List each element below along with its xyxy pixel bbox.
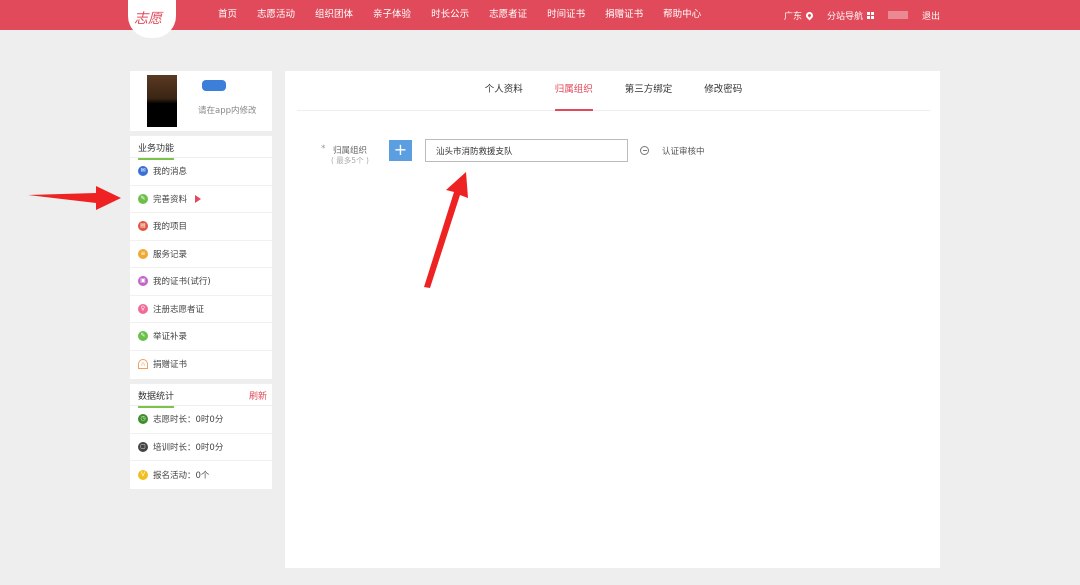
stats-panel: 数据统计 刷新 ◷ 志愿时长：0时0分 ▢ 培训时长：0时0分 V 报名活动：0…	[130, 384, 272, 489]
business-menu: 业务功能 ✉ 我的消息 ✎ 完善资料 ▤ 我的项目 ≡ 服务记录 ▣ 我的证书(…	[130, 136, 272, 379]
tab-third-party[interactable]: 第三方绑定	[625, 71, 673, 111]
menu-label: 注册志愿者证	[153, 304, 205, 315]
stat-training-hours: ▢ 培训时长：0时0分	[130, 434, 272, 461]
menu-label: 服务记录	[153, 249, 188, 260]
top-navigation-bar: 志愿 首页 志愿活动 组织团体 亲子体验 时长公示 志愿者证 时间证书 捐赠证书…	[0, 0, 1080, 38]
modify-tip: 请在app内修改	[198, 106, 257, 116]
supplement-icon: ✎	[138, 331, 148, 342]
organization-input[interactable]	[425, 139, 628, 162]
organization-hint: ( 最多5个 )	[331, 156, 369, 165]
menu-item-supplement[interactable]: ✎ 举证补录	[130, 323, 272, 351]
stat-label: 培训时长：0时0分	[153, 442, 224, 453]
training-icon: ▢	[138, 441, 148, 452]
add-organization-button[interactable]: +	[389, 140, 412, 161]
main-panel: 个人资料 归属组织 第三方绑定 修改密码 * 归属组织 ( 最多5个 ) + 认…	[285, 71, 940, 568]
activity-icon: V	[138, 469, 148, 480]
project-icon: ▤	[138, 221, 148, 232]
stat-volunteer-hours: ◷ 志愿时长：0时0分	[130, 406, 272, 434]
menu-item-messages[interactable]: ✉ 我的消息	[130, 158, 272, 186]
donation-icon: ∩	[138, 359, 148, 370]
tab-personal-info[interactable]: 个人资料	[485, 71, 523, 111]
nav-hours[interactable]: 时长公示	[421, 0, 479, 30]
region-selector[interactable]: 广东	[783, 9, 815, 22]
nav-volunteer-card[interactable]: 志愿者证	[479, 0, 537, 30]
arrow-to-menu-icon	[28, 186, 121, 210]
tab-change-password[interactable]: 修改密码	[704, 71, 742, 111]
profile-card: 请在app内修改	[130, 71, 272, 131]
clock-icon: ◷	[138, 414, 148, 425]
logo-text: 志愿	[134, 11, 162, 27]
nav-activities[interactable]: 志愿活动	[247, 0, 305, 30]
avatar	[147, 75, 177, 127]
main-nav: 首页 志愿活动 组织团体 亲子体验 时长公示 志愿者证 时间证书 捐赠证书 帮助…	[208, 0, 711, 30]
business-header: 业务功能	[130, 136, 272, 160]
refresh-button[interactable]: 刷新	[249, 389, 267, 402]
site-nav-label: 分站导航	[826, 11, 863, 22]
stat-activities: V 报名活动：0个	[130, 461, 272, 489]
nickname-redacted	[202, 80, 226, 91]
menu-item-projects[interactable]: ▤ 我的项目	[130, 213, 272, 241]
username-redacted	[887, 11, 908, 19]
menu-item-register-card[interactable]: ♀ 注册志愿者证	[130, 296, 272, 323]
location-pin-icon	[804, 10, 815, 20]
menu-item-complete-profile[interactable]: ✎ 完善资料	[130, 186, 272, 213]
certification-status: 认证审核中	[662, 147, 705, 157]
remove-circle-icon[interactable]	[640, 146, 649, 155]
stat-label: 报名活动：0个	[153, 470, 210, 481]
organization-form-row: * 归属组织 ( 最多5个 ) + 认证审核中	[321, 139, 741, 169]
menu-label: 我的证书(试行)	[153, 277, 211, 288]
menu-item-service-records[interactable]: ≡ 服务记录	[130, 241, 272, 268]
stats-title: 数据统计	[138, 389, 175, 408]
nav-home[interactable]: 首页	[208, 0, 247, 30]
menu-label: 举证补录	[153, 332, 188, 343]
edit-icon: ✎	[138, 193, 148, 204]
nav-family[interactable]: 亲子体验	[363, 0, 421, 30]
menu-label: 我的项目	[153, 222, 188, 233]
logout-link[interactable]: 退出	[922, 9, 940, 22]
nav-help[interactable]: 帮助中心	[653, 0, 711, 30]
stats-header: 数据统计 刷新	[130, 384, 272, 408]
nav-organizations[interactable]: 组织团体	[305, 0, 363, 30]
menu-item-donation[interactable]: ∩ 捐赠证书	[130, 351, 272, 379]
username[interactable]	[887, 11, 908, 19]
site-nav-button[interactable]: 分站导航	[827, 9, 874, 22]
site-logo[interactable]: 志愿	[128, 0, 176, 38]
menu-item-certificates[interactable]: ▣ 我的证书(试行)	[130, 268, 272, 296]
tab-organization[interactable]: 归属组织	[554, 71, 593, 111]
header-right: 广东 分站导航 退出	[770, 0, 940, 30]
stat-label: 志愿时长：0时0分	[153, 415, 224, 426]
register-icon: ♀	[138, 303, 148, 314]
profile-tabs: 个人资料 归属组织 第三方绑定 修改密码	[297, 71, 930, 111]
certificate-icon: ▣	[138, 276, 148, 287]
required-mark: *	[321, 144, 326, 154]
menu-label: 完善资料	[153, 194, 188, 205]
nav-donation-certificate[interactable]: 捐赠证书	[595, 0, 653, 30]
nav-time-certificate[interactable]: 时间证书	[537, 0, 595, 30]
record-icon: ≡	[138, 248, 148, 259]
active-indicator-icon	[195, 194, 201, 203]
message-icon: ✉	[138, 166, 148, 177]
menu-label: 捐赠证书	[153, 360, 188, 371]
grid-icon	[866, 11, 874, 19]
menu-label: 我的消息	[153, 167, 188, 178]
region-label: 广东	[783, 11, 802, 22]
